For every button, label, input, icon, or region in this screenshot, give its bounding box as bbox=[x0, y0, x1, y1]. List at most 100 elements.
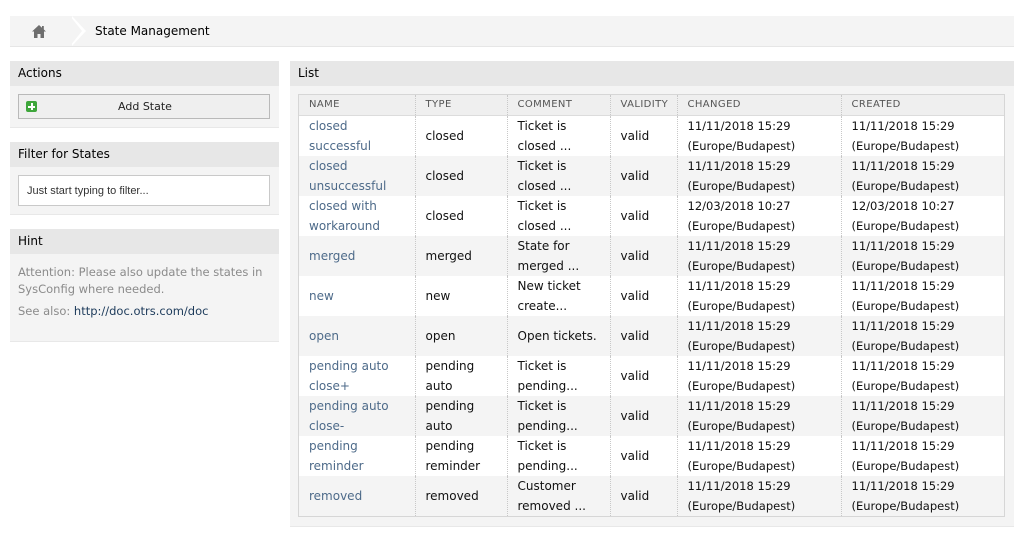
state-changed-cell: 11/11/2018 15:29 (Europe/Budapest) bbox=[677, 275, 842, 316]
state-changed-text: 11/11/2018 15:29 (Europe/Budapest) bbox=[687, 158, 796, 193]
state-name-link[interactable]: new bbox=[309, 289, 334, 303]
state-created-text: 11/11/2018 15:29 (Europe/Budapest) bbox=[851, 438, 960, 473]
state-validity-text: valid bbox=[620, 128, 650, 143]
list-widget: List NAME TYPE COMMENT VALIDITY CHANGED … bbox=[290, 61, 1014, 527]
see-also-label: See also: bbox=[18, 304, 71, 318]
table-row[interactable]: merged merged State for merged ... valid 11/… bbox=[299, 235, 1004, 276]
column-header-validity[interactable]: VALIDITY bbox=[610, 95, 678, 116]
add-state-button[interactable]: Add State bbox=[18, 94, 270, 119]
state-changed-cell: 12/03/2018 10:27 (Europe/Budapest) bbox=[677, 195, 842, 236]
state-changed-cell: 11/11/2018 15:29 (Europe/Budapest) bbox=[677, 155, 842, 196]
state-created-text: 11/11/2018 15:29 (Europe/Budapest) bbox=[851, 278, 960, 313]
hint-widget-title: Hint bbox=[10, 229, 279, 254]
state-type-cell: closed bbox=[415, 195, 508, 236]
table-row[interactable]: closed with workaround closed Ticket is cl… bbox=[299, 195, 1004, 236]
state-type-text: closed bbox=[425, 128, 465, 143]
state-validity-cell: valid bbox=[610, 475, 678, 516]
column-header-comment[interactable]: COMMENT bbox=[507, 95, 611, 116]
state-name-link[interactable]: closed successful bbox=[309, 119, 371, 153]
column-header-created[interactable]: CREATED bbox=[841, 95, 1004, 116]
state-validity-cell: valid bbox=[610, 395, 678, 436]
state-name-link[interactable]: closed unsuccessful bbox=[309, 159, 386, 193]
state-changed-cell: 11/11/2018 15:29 (Europe/Budapest) bbox=[677, 315, 842, 356]
state-comment-cell: Ticket is closed ... bbox=[507, 195, 611, 236]
state-created-cell: 11/11/2018 15:29 (Europe/Budapest) bbox=[841, 315, 1004, 356]
states-table: NAME TYPE COMMENT VALIDITY CHANGED CREAT… bbox=[299, 95, 1004, 516]
state-changed-text: 11/11/2018 15:29 (Europe/Budapest) bbox=[687, 118, 796, 153]
state-type-text: closed bbox=[425, 168, 465, 183]
state-type-cell: closed bbox=[415, 115, 508, 156]
state-type-cell: merged bbox=[415, 235, 508, 276]
state-type-cell: closed bbox=[415, 155, 508, 196]
state-name-link[interactable]: pending auto close- bbox=[309, 399, 389, 433]
table-row[interactable]: pending auto close+ pending auto Ticket is… bbox=[299, 355, 1004, 396]
state-validity-text: valid bbox=[620, 248, 650, 263]
state-created-text: 11/11/2018 15:29 (Europe/Budapest) bbox=[851, 478, 960, 513]
state-created-cell: 11/11/2018 15:29 (Europe/Budapest) bbox=[841, 155, 1004, 196]
state-validity-cell: valid bbox=[610, 355, 678, 396]
table-row[interactable]: closed successful closed Ticket is closed … bbox=[299, 115, 1004, 156]
state-changed-text: 11/11/2018 15:29 (Europe/Budapest) bbox=[687, 318, 796, 353]
state-validity-text: valid bbox=[620, 448, 650, 463]
table-row[interactable]: pending auto close-pending auto Ticket is… bbox=[299, 395, 1004, 436]
state-name-link[interactable]: merged bbox=[309, 249, 355, 263]
state-name-cell: pending reminder bbox=[299, 435, 416, 476]
actions-widget: Actions Add State bbox=[10, 61, 279, 128]
list-widget-title: List bbox=[290, 61, 1014, 86]
state-comment-text: Ticket is closed ... bbox=[517, 118, 572, 153]
state-changed-text: 11/11/2018 15:29 (Europe/Budapest) bbox=[687, 278, 796, 313]
filter-input[interactable] bbox=[18, 175, 270, 206]
state-changed-text: 11/11/2018 15:29 (Europe/Budapest) bbox=[687, 438, 796, 473]
doc-link[interactable]: http://doc.otrs.com/doc bbox=[74, 304, 209, 318]
state-comment-cell: Ticket is pending... bbox=[507, 355, 611, 396]
state-type-text: pending auto bbox=[425, 398, 475, 433]
state-type-text: open bbox=[425, 328, 456, 343]
state-created-cell: 11/11/2018 15:29 (Europe/Budapest) bbox=[841, 395, 1004, 436]
state-comment-cell: Open tickets. bbox=[507, 315, 611, 356]
breadcrumb-home-link[interactable] bbox=[10, 15, 86, 47]
state-changed-text: 11/11/2018 15:29 (Europe/Budapest) bbox=[687, 238, 796, 273]
hint-see-also: See also: http://doc.otrs.com/doc bbox=[18, 303, 271, 320]
state-name-cell: merged bbox=[299, 235, 416, 276]
state-validity-cell: valid bbox=[610, 275, 678, 316]
state-name-link[interactable]: closed with workaround bbox=[309, 199, 380, 233]
state-validity-cell: valid bbox=[610, 315, 678, 356]
breadcrumb-current: State Management bbox=[95, 24, 210, 38]
state-validity-text: valid bbox=[620, 328, 650, 343]
column-header-name[interactable]: NAME bbox=[299, 95, 416, 116]
state-validity-cell: valid bbox=[610, 115, 678, 156]
state-comment-text: Ticket is pending... bbox=[517, 398, 578, 433]
states-table-container: NAME TYPE COMMENT VALIDITY CHANGED CREAT… bbox=[298, 94, 1005, 517]
table-row[interactable]: closed unsuccessful closed Ticket is close… bbox=[299, 155, 1004, 196]
column-header-type[interactable]: TYPE bbox=[415, 95, 508, 116]
state-type-text: new bbox=[425, 288, 451, 303]
column-header-changed[interactable]: CHANGED bbox=[677, 95, 842, 116]
state-comment-cell: Ticket is closed ... bbox=[507, 115, 611, 156]
state-created-text: 11/11/2018 15:29 (Europe/Budapest) bbox=[851, 398, 960, 433]
table-row[interactable]: new new New ticket create... valid 11/11/201… bbox=[299, 275, 1004, 316]
state-name-cell: closed unsuccessful bbox=[299, 155, 416, 196]
state-created-cell: 11/11/2018 15:29 (Europe/Budapest) bbox=[841, 235, 1004, 276]
hint-text: Attention: Please also update the states… bbox=[18, 265, 263, 296]
state-name-cell: open bbox=[299, 315, 416, 356]
state-validity-text: valid bbox=[620, 368, 650, 383]
state-comment-text: Ticket is closed ... bbox=[517, 158, 572, 193]
state-created-cell: 11/11/2018 15:29 (Europe/Budapest) bbox=[841, 475, 1004, 516]
state-validity-cell: valid bbox=[610, 435, 678, 476]
state-validity-text: valid bbox=[620, 168, 650, 183]
table-row[interactable]: open open Open tickets. valid 11/11/2018 15:… bbox=[299, 315, 1004, 356]
state-name-link[interactable]: open bbox=[309, 329, 339, 343]
state-created-text: 11/11/2018 15:29 (Europe/Budapest) bbox=[851, 158, 960, 193]
table-row[interactable]: removed removed Customer removed ... valid 1… bbox=[299, 475, 1004, 516]
state-created-text: 11/11/2018 15:29 (Europe/Budapest) bbox=[851, 358, 960, 393]
state-name-link[interactable]: pending auto close+ bbox=[309, 359, 389, 393]
state-created-cell: 11/11/2018 15:29 (Europe/Budapest) bbox=[841, 435, 1004, 476]
state-type-text: merged bbox=[425, 248, 472, 263]
state-comment-cell: Ticket is pending... bbox=[507, 395, 611, 436]
state-name-link[interactable]: pending reminder bbox=[309, 439, 364, 473]
table-row[interactable]: pending reminder pending reminder Ticket i… bbox=[299, 435, 1004, 476]
state-comment-text: Ticket is pending... bbox=[517, 358, 578, 393]
state-changed-cell: 11/11/2018 15:29 (Europe/Budapest) bbox=[677, 475, 842, 516]
state-name-cell: pending auto close+ bbox=[299, 355, 416, 396]
state-name-link[interactable]: removed bbox=[309, 489, 362, 503]
